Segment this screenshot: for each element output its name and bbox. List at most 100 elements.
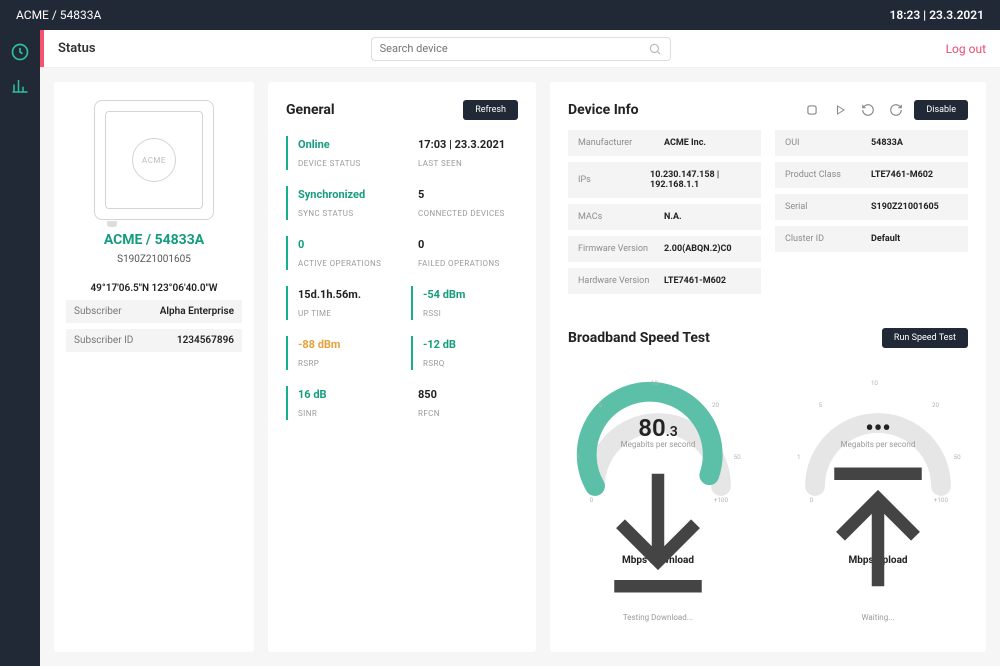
- general-panel: General Refresh OnlineDEVICE STATUS 17:03…: [268, 82, 536, 652]
- info-row: Firmware Version2.00(ABQN.2)C0: [568, 236, 761, 262]
- info-row: Cluster IDDefault: [775, 226, 968, 252]
- metric-tile: 5 CONNECTED DEVICES: [416, 186, 518, 220]
- metric-value: -12 dB: [423, 338, 518, 351]
- metric-label: RFCN: [418, 409, 518, 418]
- top-bar: ACME / 54833A 18:23 | 23.3.2021: [0, 0, 1000, 30]
- run-speed-test-button[interactable]: Run Speed Test: [882, 328, 968, 348]
- device-card: ACME ACME / 54833A S190Z21001605 49°17'0…: [54, 82, 254, 652]
- general-title: General: [286, 102, 335, 118]
- metric-value: -54 dBm: [423, 288, 518, 301]
- upload-gauge: 0 1 5 10 20 50 +100 ••• Megabits per sec…: [788, 366, 968, 566]
- info-value: S190Z21001605: [871, 202, 939, 212]
- tile-row: -88 dBm RSRP -12 dB RSRQ: [286, 336, 518, 370]
- info-value: LTE7461-M602: [871, 170, 933, 180]
- info-row: MACsN.A.: [568, 204, 761, 230]
- info-row: OUI54833A: [775, 130, 968, 156]
- metric-label: LAST SEEN: [418, 159, 518, 168]
- info-key: Hardware Version: [578, 276, 664, 286]
- info-key: IPs: [578, 175, 650, 185]
- search-box[interactable]: [371, 37, 671, 61]
- left-nav-rail: [0, 30, 40, 666]
- download-status: Testing Download...: [568, 613, 748, 622]
- metric-value: 0: [418, 238, 518, 251]
- refresh-button[interactable]: Refresh: [463, 100, 518, 120]
- metric-tile: 0ACTIVE OPERATIONS: [286, 236, 398, 270]
- accent-bar: [40, 30, 44, 67]
- stop-icon[interactable]: [802, 100, 822, 120]
- metric-tile: OnlineDEVICE STATUS: [286, 136, 398, 170]
- info-value: Default: [871, 234, 900, 244]
- metric-value: 17:03 | 23.3.2021: [418, 138, 518, 151]
- info-value: 54833A: [871, 138, 903, 148]
- svg-text:5: 5: [599, 401, 603, 409]
- metric-value: Synchronized: [298, 188, 398, 201]
- search-input[interactable]: [380, 42, 648, 55]
- right-panel: Device Info Disable ManufacturerACME Inc…: [550, 82, 986, 652]
- metric-value: 5: [418, 188, 518, 201]
- upload-unit: Megabits per second: [788, 440, 968, 449]
- info-value: 2.00(ABQN.2)C0: [664, 244, 732, 254]
- metric-label: RSSI: [423, 309, 518, 318]
- upload-arrow-icon: [788, 455, 968, 609]
- info-key: Firmware Version: [578, 244, 664, 254]
- metric-label: SINR: [298, 409, 398, 418]
- device-info-title: Device Info: [568, 102, 639, 118]
- metric-tile: 16 dBSINR: [286, 386, 398, 420]
- metric-value: 850: [418, 388, 518, 401]
- metric-tile: -88 dBm RSRP: [286, 336, 393, 370]
- info-row: ManufacturerACME Inc.: [568, 130, 761, 156]
- play-icon[interactable]: [830, 100, 850, 120]
- device-illustration: ACME: [94, 100, 214, 220]
- info-key: MACs: [578, 212, 664, 222]
- subscriber-id-row: Subscriber ID 1234567896: [66, 329, 242, 352]
- tile-row: Synchronized SYNC STATUS 5 CONNECTED DEVICE…: [286, 186, 518, 220]
- tile-row: 0ACTIVE OPERATIONS 0 FAILED OPERATIONS: [286, 236, 518, 270]
- speed-test-section: Broadband Speed Test Run Speed Test 0 1 …: [568, 328, 968, 566]
- info-value: ACME Inc.: [664, 138, 706, 148]
- reload-icon[interactable]: [858, 100, 878, 120]
- reset-icon[interactable]: [886, 100, 906, 120]
- metric-tile: 850 RFCN: [416, 386, 518, 420]
- speed-test-title: Broadband Speed Test: [568, 330, 710, 346]
- upload-value: •••: [788, 414, 968, 442]
- metric-value: Online: [298, 138, 398, 151]
- clock-date: 18:23 | 23.3.2021: [890, 8, 985, 22]
- metric-label: ACTIVE OPERATIONS: [298, 259, 398, 268]
- nav-dashboard-icon[interactable]: [10, 42, 30, 62]
- info-key: Serial: [785, 202, 871, 212]
- device-serial: S190Z21001605: [66, 254, 242, 265]
- metric-label: RSRP: [298, 359, 393, 368]
- download-gauge: 0 1 5 10 20 50 +100 80.3 Megabits per se…: [568, 366, 748, 566]
- search-icon: [648, 42, 662, 56]
- metric-label: UP TIME: [298, 309, 393, 318]
- page-title: Status: [58, 41, 96, 56]
- info-key: OUI: [785, 138, 871, 148]
- gauges-row: 0 1 5 10 20 50 +100 80.3 Megabits per se…: [568, 366, 968, 566]
- general-tiles: OnlineDEVICE STATUS 17:03 | 23.3.2021 LAST…: [286, 136, 518, 420]
- info-value: 10.230.147.158 | 192.168.1.1: [650, 170, 751, 190]
- metric-label: SYNC STATUS: [298, 209, 398, 218]
- general-header: General Refresh: [286, 100, 518, 120]
- svg-text:5: 5: [819, 401, 823, 409]
- info-value: N.A.: [664, 212, 682, 222]
- tile-row: 15d.1h.56m.UP TIME-54 dBmRSSI: [286, 286, 518, 320]
- metric-label: FAILED OPERATIONS: [418, 259, 518, 268]
- metric-value: -88 dBm: [298, 338, 393, 351]
- device-info-header: Device Info Disable: [568, 100, 968, 120]
- logout-link[interactable]: Log out: [946, 42, 986, 56]
- metric-tile: 0 FAILED OPERATIONS: [416, 236, 518, 270]
- info-value: LTE7461-M602: [664, 276, 726, 286]
- info-key: Manufacturer: [578, 138, 664, 148]
- metric-label: RSRQ: [423, 359, 518, 368]
- info-key: Product Class: [785, 170, 871, 180]
- info-row: IPs10.230.147.158 | 192.168.1.1: [568, 162, 761, 198]
- device-info-grid: ManufacturerACME Inc. IPs10.230.147.158 |…: [568, 130, 968, 300]
- speed-test-header: Broadband Speed Test Run Speed Test: [568, 328, 968, 348]
- disable-button[interactable]: Disable: [914, 100, 968, 120]
- metric-label: CONNECTED DEVICES: [418, 209, 518, 218]
- info-row: SerialS190Z21001605: [775, 194, 968, 220]
- nav-analytics-icon[interactable]: [10, 76, 30, 96]
- info-key: Cluster ID: [785, 234, 871, 244]
- svg-text:20: 20: [932, 401, 940, 409]
- device-info-right: OUI54833A Product ClassLTE7461-M602 Serial…: [775, 130, 968, 300]
